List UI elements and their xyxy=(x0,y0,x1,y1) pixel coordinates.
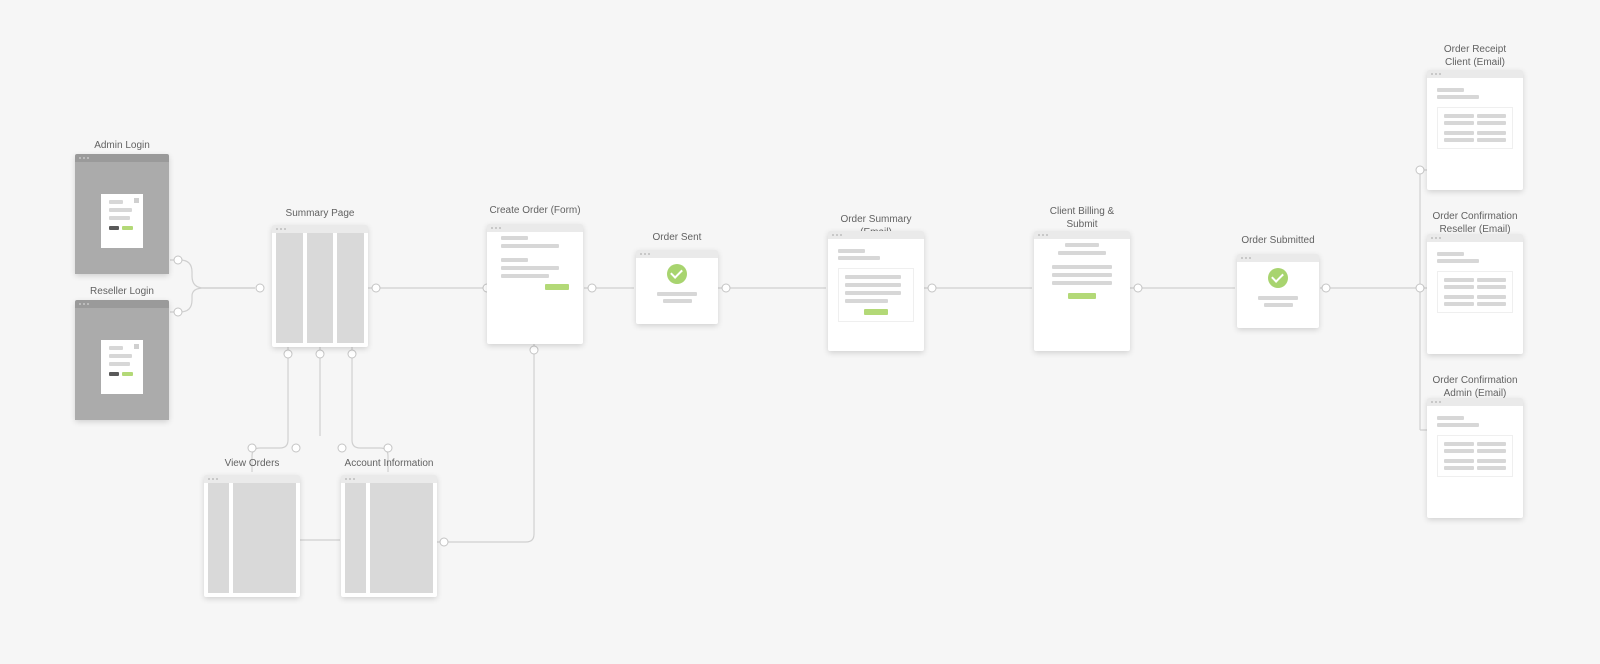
submit-button xyxy=(545,284,569,290)
window-titlebar xyxy=(1427,70,1523,78)
confirm-body xyxy=(648,264,706,316)
window-titlebar xyxy=(341,475,437,483)
email-body xyxy=(838,249,914,322)
thumb-order-summary-email[interactable] xyxy=(828,231,924,351)
connector-node xyxy=(588,284,597,293)
connector-node xyxy=(284,350,293,359)
window-titlebar xyxy=(1427,234,1523,242)
label-order-conf-admin: Order Confirmation Admin (Email) xyxy=(1427,375,1523,400)
label-admin-login: Admin Login xyxy=(75,140,169,153)
connector-node xyxy=(1416,284,1425,293)
thumb-order-receipt-client[interactable] xyxy=(1427,70,1523,190)
window-titlebar xyxy=(204,475,300,483)
thumb-client-billing[interactable] xyxy=(1034,231,1130,351)
login-screen xyxy=(75,162,169,274)
three-column-layout xyxy=(276,233,364,343)
thumb-account-information[interactable] xyxy=(341,475,437,597)
cta-button xyxy=(864,309,889,315)
connector-node xyxy=(384,444,393,453)
login-screen xyxy=(75,308,169,420)
email-body xyxy=(1437,252,1513,313)
window-titlebar xyxy=(828,231,924,239)
connector-node xyxy=(1416,166,1425,175)
form-body xyxy=(501,236,569,344)
connector-node xyxy=(530,346,539,355)
thumb-order-submitted[interactable] xyxy=(1237,254,1319,328)
two-column-layout xyxy=(208,483,296,593)
thumb-admin-login[interactable] xyxy=(75,154,169,274)
thumb-order-conf-reseller[interactable] xyxy=(1427,234,1523,354)
email-body xyxy=(1437,416,1513,477)
success-check-icon xyxy=(1268,268,1288,288)
connector-node xyxy=(248,444,257,453)
window-titlebar xyxy=(272,225,368,233)
confirm-body xyxy=(1249,268,1307,320)
window-titlebar xyxy=(487,224,583,232)
email-body xyxy=(1437,88,1513,149)
connector-node xyxy=(256,284,265,293)
connector-node xyxy=(928,284,937,293)
success-check-icon xyxy=(667,264,687,284)
window-titlebar xyxy=(75,154,169,162)
label-create-order: Create Order (Form) xyxy=(487,205,583,218)
thumb-reseller-login[interactable] xyxy=(75,300,169,420)
thumb-summary-page[interactable] xyxy=(272,225,368,347)
connector-node xyxy=(440,538,449,547)
thumb-create-order[interactable] xyxy=(487,224,583,344)
label-order-sent: Order Sent xyxy=(636,232,718,245)
window-titlebar xyxy=(75,300,169,308)
submit-button xyxy=(1068,293,1095,299)
connector-node xyxy=(292,444,301,453)
close-icon xyxy=(134,344,139,349)
label-view-orders: View Orders xyxy=(204,458,300,471)
connector-node xyxy=(1134,284,1143,293)
window-titlebar xyxy=(636,250,718,258)
label-account-information: Account Information xyxy=(341,458,437,471)
connector-node xyxy=(338,444,347,453)
label-order-submitted: Order Submitted xyxy=(1237,235,1319,248)
connector-node xyxy=(722,284,731,293)
close-icon xyxy=(134,198,139,203)
window-titlebar xyxy=(1427,398,1523,406)
connector-node xyxy=(316,350,325,359)
thumb-order-sent[interactable] xyxy=(636,250,718,324)
connector-node xyxy=(372,284,381,293)
form-body xyxy=(1048,243,1116,351)
two-column-layout xyxy=(345,483,433,593)
connector-node xyxy=(174,256,183,265)
connector-node xyxy=(1322,284,1331,293)
thumb-view-orders[interactable] xyxy=(204,475,300,597)
label-summary-page: Summary Page xyxy=(272,208,368,221)
thumb-order-conf-admin[interactable] xyxy=(1427,398,1523,518)
window-titlebar xyxy=(1034,231,1130,239)
connector-node xyxy=(348,350,357,359)
label-reseller-login: Reseller Login xyxy=(75,286,169,299)
label-order-receipt-client: Order Receipt Client (Email) xyxy=(1427,44,1523,69)
window-titlebar xyxy=(1237,254,1319,262)
label-order-conf-reseller: Order Confirmation Reseller (Email) xyxy=(1427,211,1523,236)
connector-node xyxy=(174,308,183,317)
